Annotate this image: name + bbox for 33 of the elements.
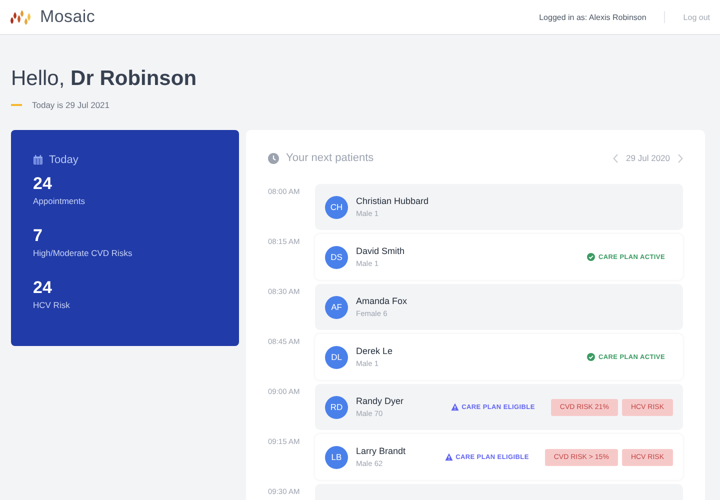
warning-icon bbox=[450, 403, 459, 411]
check-circle-icon bbox=[587, 253, 596, 261]
avatar-initials: LB bbox=[325, 446, 348, 468]
patient-name: Amanda Fox bbox=[356, 296, 408, 306]
check-circle-icon bbox=[587, 353, 596, 361]
avatar-initials: DS bbox=[325, 246, 348, 268]
logged-in-user: Logged in as: Alexis Robinson bbox=[539, 12, 646, 22]
schedule-date: 29 Jul 2020 bbox=[626, 153, 670, 163]
warning-icon bbox=[444, 453, 453, 461]
stat-value: 24 bbox=[33, 278, 53, 298]
patient-name: David Smith bbox=[356, 246, 406, 256]
stat-label: Appointments bbox=[33, 196, 86, 206]
greeting-heading: Hello, Dr Robinson bbox=[11, 67, 198, 91]
chevron-left-icon[interactable] bbox=[613, 154, 618, 162]
stat-label: High/Moderate CVD Risks bbox=[33, 248, 134, 258]
patient-name: Larry Brandt bbox=[356, 446, 407, 456]
avatar-initials: DL bbox=[325, 346, 348, 368]
stat-label: HCV Risk bbox=[33, 300, 71, 310]
patient-name: Derek Le bbox=[356, 346, 394, 356]
avatar-initials: AF bbox=[325, 296, 348, 318]
chevron-right-icon[interactable] bbox=[678, 154, 683, 162]
today-title: Today bbox=[49, 154, 78, 166]
avatar-initials: CH bbox=[325, 196, 348, 218]
stat-value: 7 bbox=[33, 226, 44, 246]
patient-name: Christian Hubbard bbox=[356, 196, 430, 206]
stat-value: 24 bbox=[33, 174, 53, 194]
patients-title: Your next patients bbox=[286, 152, 374, 164]
calendar-icon bbox=[33, 155, 43, 165]
avatar-initials: RD bbox=[325, 396, 348, 418]
brand-name: Mosaic bbox=[40, 7, 96, 27]
clock-icon bbox=[268, 152, 279, 164]
patient-name: Randy Dyer bbox=[356, 396, 405, 406]
today-date: Today is 29 Jul 2021 bbox=[32, 100, 110, 110]
